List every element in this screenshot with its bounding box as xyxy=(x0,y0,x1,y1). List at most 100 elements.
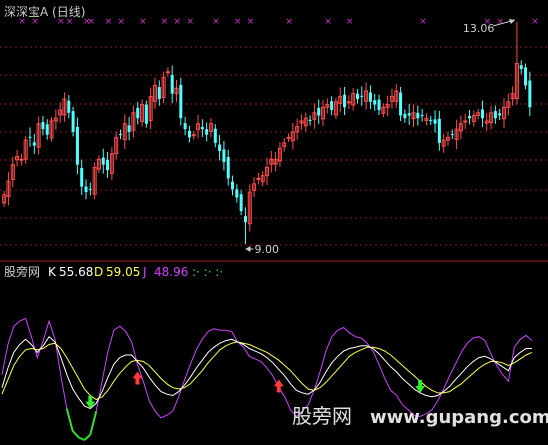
candle-body xyxy=(75,126,79,165)
candle-body xyxy=(308,119,312,121)
candle xyxy=(364,82,369,110)
candle xyxy=(127,117,131,141)
candle xyxy=(222,141,226,171)
candle-body xyxy=(118,134,123,136)
candle xyxy=(88,182,92,196)
candle xyxy=(2,190,7,207)
candle-body xyxy=(399,92,403,116)
candle xyxy=(264,158,270,186)
candle xyxy=(498,108,502,120)
candle xyxy=(231,175,235,196)
candle-body xyxy=(429,119,433,121)
candle xyxy=(226,149,230,186)
top-marker: × xyxy=(247,17,255,27)
candle xyxy=(243,207,247,244)
kdj-j-oversold-segment xyxy=(89,410,98,436)
low-pointer-head xyxy=(245,246,251,252)
candle xyxy=(49,117,54,142)
kdj-j-oversold-segment xyxy=(83,434,91,441)
top-marker: × xyxy=(87,17,95,27)
candle-body xyxy=(127,125,131,132)
candle-body xyxy=(179,84,183,119)
candle xyxy=(256,172,261,185)
candle-body xyxy=(80,167,84,187)
candle xyxy=(235,184,239,203)
candle xyxy=(317,99,321,124)
candle xyxy=(308,115,312,126)
candle xyxy=(484,113,489,131)
candle xyxy=(282,137,287,152)
candle xyxy=(325,98,330,114)
candlestick-series xyxy=(2,22,532,244)
candle xyxy=(75,117,79,175)
top-marker: × xyxy=(419,17,427,27)
price-grid xyxy=(0,46,548,246)
candle xyxy=(385,95,390,117)
watermark-url: www.gupang.com xyxy=(370,407,548,428)
top-marker: × xyxy=(161,17,169,27)
candle xyxy=(471,110,476,127)
candle-body xyxy=(45,124,49,135)
candle-body xyxy=(32,142,36,146)
candle xyxy=(28,127,32,147)
legend-k-name: K xyxy=(48,265,57,279)
candle xyxy=(148,87,153,130)
candle xyxy=(179,77,183,126)
candle xyxy=(10,156,15,188)
candle-body xyxy=(519,65,523,70)
candle xyxy=(157,80,161,106)
candle xyxy=(454,119,459,149)
candle xyxy=(6,172,11,206)
candle xyxy=(273,152,278,172)
marker-row: × × × × ×× × × × × × × × × × × × × × × × × xyxy=(18,17,538,27)
candle xyxy=(416,105,420,126)
candle xyxy=(286,133,291,142)
candle xyxy=(338,87,343,113)
top-marker: × xyxy=(286,17,294,27)
candle xyxy=(355,89,359,104)
candle xyxy=(101,148,105,174)
candle xyxy=(399,86,403,122)
candle xyxy=(343,86,347,116)
candle xyxy=(109,147,114,181)
legend-d-name: D xyxy=(94,265,103,279)
candle xyxy=(277,142,282,168)
candle xyxy=(15,149,20,167)
candle xyxy=(519,60,523,75)
kdj-j-oversold-segment xyxy=(71,430,80,439)
candle-body xyxy=(205,129,209,135)
candle xyxy=(468,109,472,125)
candle-body xyxy=(235,189,239,198)
candle xyxy=(295,118,300,140)
candle xyxy=(312,103,317,129)
candle xyxy=(493,105,497,124)
candle xyxy=(58,102,63,123)
top-marker: × xyxy=(117,17,125,27)
candle xyxy=(23,135,28,164)
candle-body xyxy=(468,116,472,119)
top-marker: × xyxy=(324,17,332,27)
candle xyxy=(45,119,49,140)
indicator-title: 股旁网 xyxy=(4,264,40,279)
candle-body xyxy=(243,216,247,223)
candle xyxy=(118,129,123,140)
kdj-j-oversold-segment xyxy=(65,408,74,432)
candle xyxy=(114,131,119,160)
top-marker: × xyxy=(186,17,194,27)
candle-body xyxy=(231,181,235,190)
candle xyxy=(96,155,101,174)
candle xyxy=(407,103,411,125)
candle xyxy=(373,94,377,111)
candle xyxy=(131,105,136,138)
candle xyxy=(191,130,196,140)
candle-body xyxy=(213,128,217,143)
candle xyxy=(389,88,394,110)
legend-j-name: J xyxy=(142,265,147,279)
candle-body xyxy=(183,123,187,130)
candle-body xyxy=(407,113,411,116)
candle xyxy=(510,86,515,106)
kdj-k-line xyxy=(1,335,532,410)
candle xyxy=(351,88,356,111)
candle-body xyxy=(433,119,437,124)
candle xyxy=(424,113,429,126)
